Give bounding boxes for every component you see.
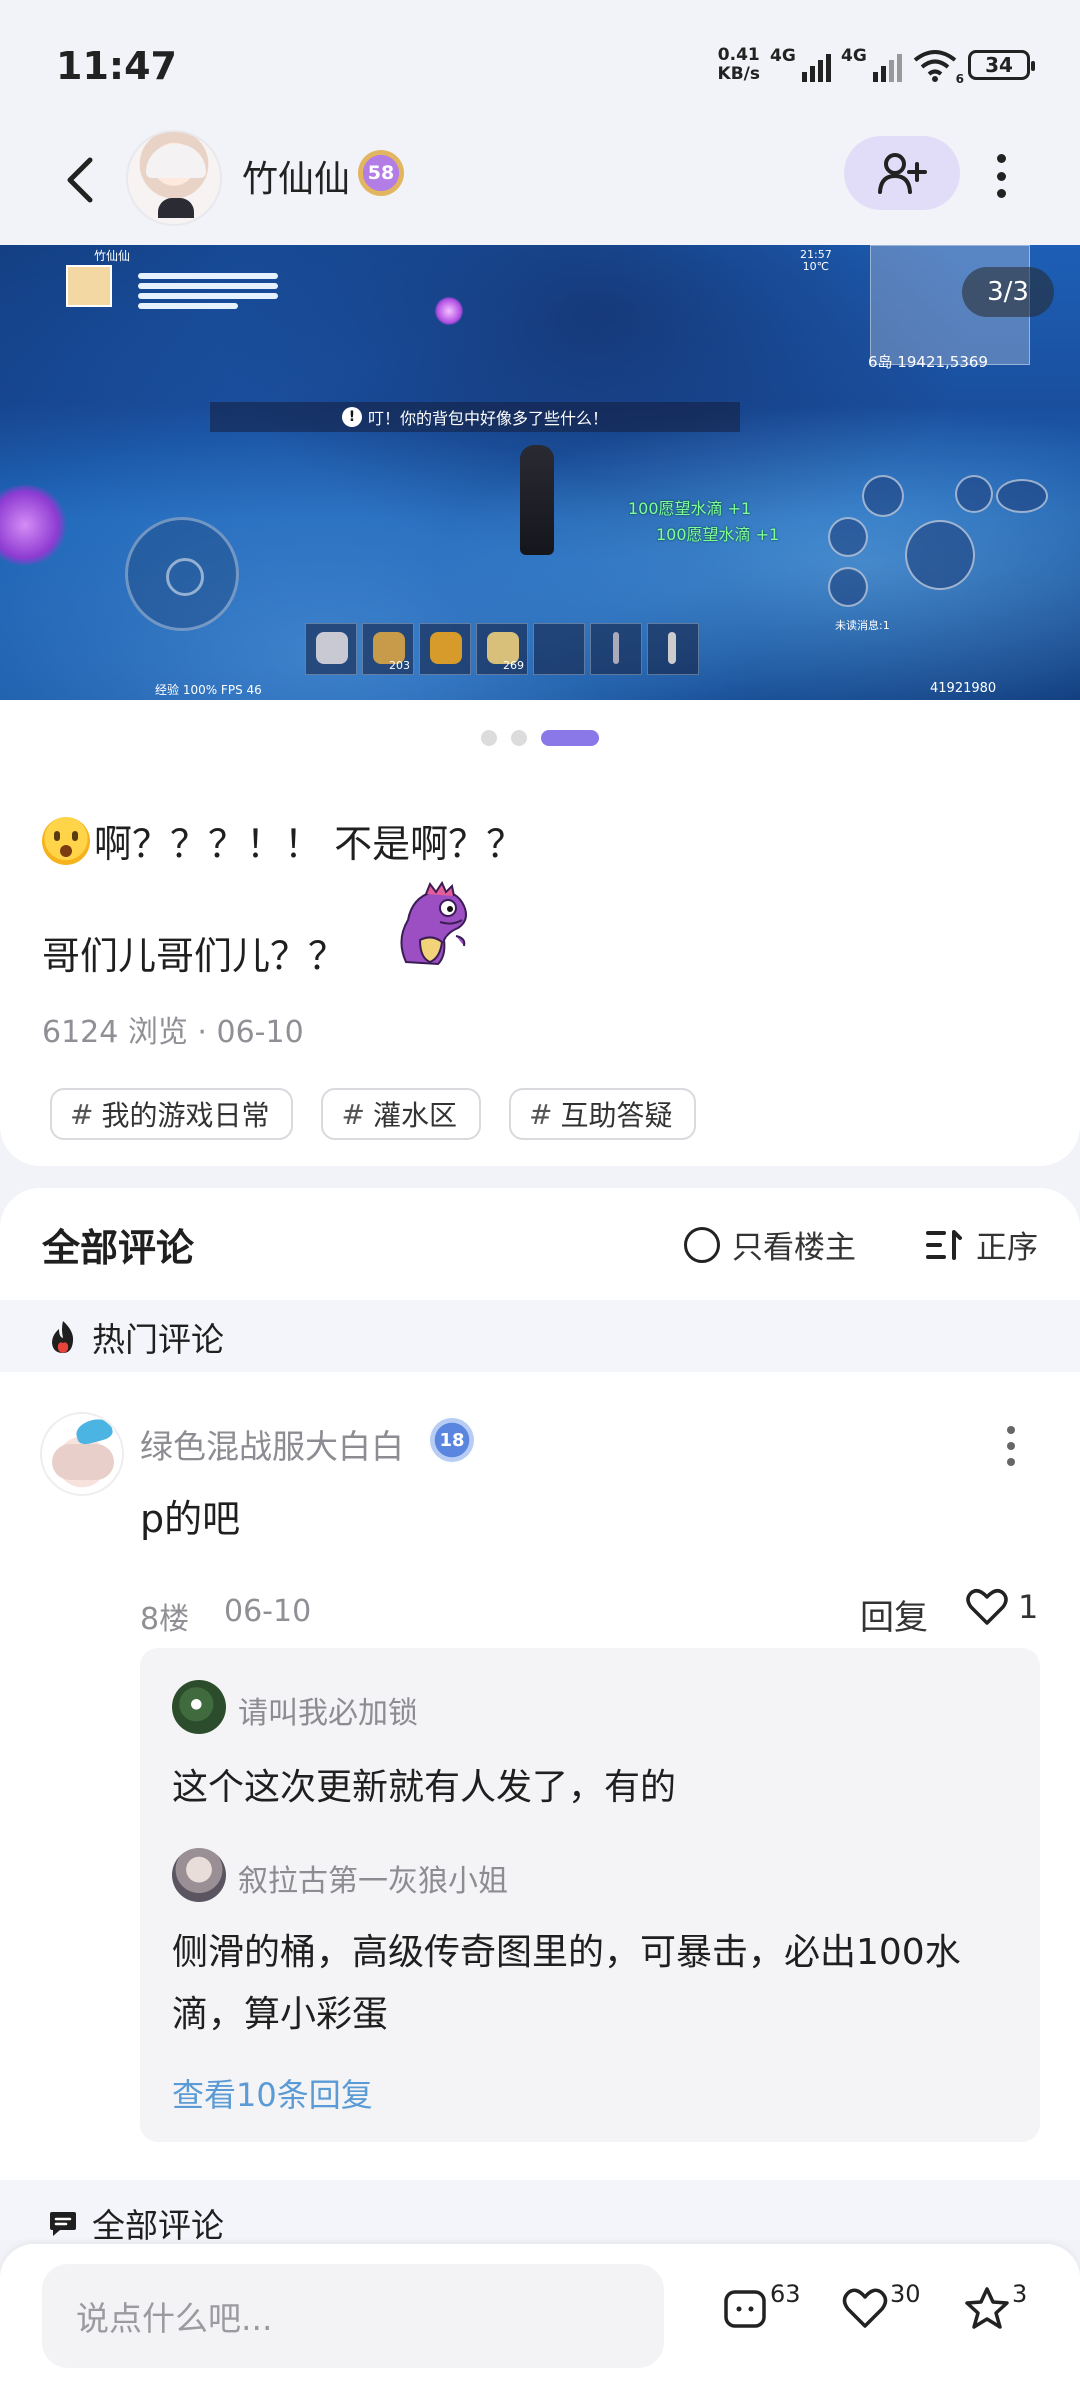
reply-text: 侧滑的桶，高级传奇图里的，可暴击，必出100水滴，算小彩蛋 [172,1932,961,2035]
hashtag-icon: # [341,1097,365,1131]
gain-line-2: 100愿望水滴 +1 [656,525,780,544]
post-tags: # 我的游戏日常 # 灌水区 # 互助答疑 [50,1088,697,1140]
op-only-toggle[interactable]: 只看楼主 [684,1222,856,1267]
player-hud: 竹仙仙 [66,249,286,313]
author-level-badge: 58 [358,150,404,196]
player-portrait [66,265,112,307]
purple-orb [435,297,463,325]
heart-icon [966,1589,1008,1625]
reply-avatar[interactable] [172,1848,226,1902]
author-name[interactable]: 竹仙仙 [242,150,350,202]
post-header: 竹仙仙 58 [0,130,1080,245]
chat-hint: 未读消息:1 [835,619,890,632]
skill-button [828,517,868,557]
game-footer-status: 经验 100% FPS 46 [155,683,262,697]
comment-icon [724,2290,766,2328]
alert-icon: ! [341,407,362,427]
back-icon[interactable] [56,150,106,210]
game-player-id: 41921980 [930,681,997,696]
image-counter: 3/3 [962,267,1054,317]
commenter-level-badge: 18 [430,1418,474,1462]
post-text-line-1: 啊？？？！！ 不是啊？？ [42,813,524,868]
post-text-line-2: 哥们儿哥们儿？？ [42,934,347,978]
star-icon [965,2287,1009,2329]
comment-text: p的吧 [140,1497,241,1541]
comment-count-button[interactable]: 63 [722,2280,801,2332]
post-meta: 6124 浏览 · 06-10 [42,1015,304,1050]
battery-icon: 34 [968,50,1035,80]
reply-avatar[interactable] [172,1680,226,1734]
author-avatar[interactable] [126,130,222,226]
commenter-avatar[interactable] [40,1412,124,1496]
attack-button [905,520,975,590]
reply-button[interactable]: 回复 [860,1590,928,1639]
tag-chip[interactable]: # 互助答疑 [508,1088,697,1140]
radio-circle-icon [684,1226,720,1263]
comment-like-button[interactable]: 1 [966,1588,1038,1626]
status-time: 11:47 [56,44,177,88]
carousel-dot[interactable] [481,730,497,746]
skill-button [828,567,868,607]
post-image-carousel[interactable]: 竹仙仙 21:57 10℃ 6岛 19421,5369 3/3 ! 叮！你的背包… [0,245,1080,700]
tag-chip[interactable]: # 灌水区 [321,1088,481,1140]
jump-button [996,479,1048,513]
comment-bubble-icon [50,2212,76,2236]
commenter-name[interactable]: 绿色混战服大白白 [140,1420,404,1468]
comment-input[interactable]: 说点什么吧... [42,2264,664,2368]
like-count-button[interactable]: 30 [842,2280,921,2330]
gain-line-1: 100愿望水滴 +1 [628,499,752,518]
comment-floor: 8楼 [140,1602,190,1637]
fire-icon [52,1321,74,1353]
follow-button[interactable] [844,136,960,210]
carousel-dot-active[interactable] [541,730,599,746]
signal-1-icon: 4G [770,46,831,82]
game-notice: ! 叮！你的背包中好像多了些什么！ [210,402,740,432]
comment-date: 06-10 [224,1594,312,1629]
reply-text: 这个这次更新就有人发了，有的 [172,1767,677,1808]
comment-more-icon[interactable] [1006,1426,1016,1466]
wifi-icon: 6 [912,48,964,86]
view-more-replies-link[interactable]: 查看10条回复 [172,2070,373,2116]
reply-user[interactable]: 叙拉古第一灰狼小姐 [238,1856,508,1900]
signal-2-icon: 4G [841,46,902,82]
hot-comments-label: 热门评论 [48,1313,224,1361]
status-icons: 0.41 KB/s 4G 4G 6 34 [717,45,1035,86]
carousel-dot[interactable] [511,730,527,746]
tag-chip[interactable]: # 我的游戏日常 [50,1088,294,1140]
skill-button [862,475,904,517]
skill-button [955,475,993,513]
favorite-count-button[interactable]: 3 [964,2280,1027,2332]
sort-icon [926,1229,962,1260]
player-character [520,445,554,555]
carousel-dots [0,728,1080,748]
all-comments-label: 全部评论 [48,2199,224,2247]
game-hotbar: 203 269 [305,623,750,677]
game-coords: 6岛 19421,5369 [868,353,988,371]
comments-title: 全部评论 [42,1226,195,1270]
astonished-face-icon [42,816,90,865]
net-speed: 0.41 KB/s [717,45,760,84]
hashtag-icon: # [70,1097,94,1131]
more-options-icon[interactable] [986,148,1016,204]
sort-toggle[interactable]: 正序 [926,1222,1038,1267]
reply-user[interactable]: 请叫我必加锁 [238,1688,418,1732]
dinosaur-sticker-icon [386,880,478,970]
add-user-icon [878,153,927,194]
hashtag-icon: # [528,1097,553,1131]
heart-icon [842,2288,888,2328]
game-clock: 21:57 10℃ [800,248,832,273]
virtual-joystick [125,517,239,631]
